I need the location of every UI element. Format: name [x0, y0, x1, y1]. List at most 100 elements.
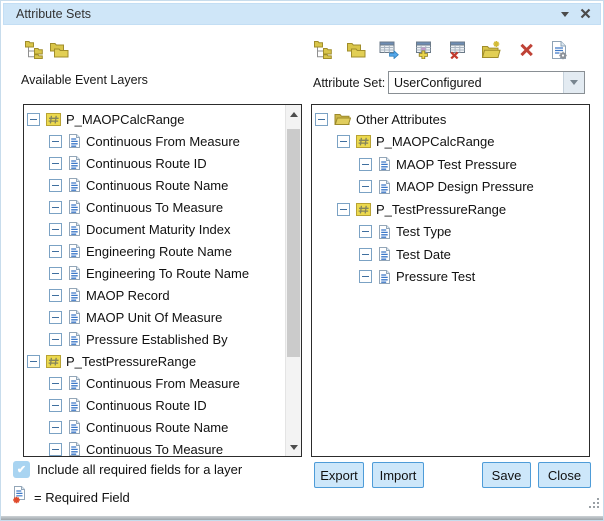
- tree-item[interactable]: Continuous Route Name: [24, 416, 284, 438]
- new-attribute-set-button[interactable]: [479, 40, 503, 64]
- scrollbar-thumb[interactable]: [287, 129, 300, 357]
- tree-item[interactable]: Pressure Established By: [24, 328, 284, 350]
- tree-item[interactable]: Pressure Test: [312, 266, 589, 289]
- tree-item[interactable]: Document Maturity Index: [24, 218, 284, 240]
- collapse-toggle-icon[interactable]: [359, 225, 372, 238]
- scroll-down-button[interactable]: [286, 439, 301, 455]
- window-menu-button[interactable]: [559, 12, 571, 20]
- collapse-toggle-icon[interactable]: [337, 203, 350, 216]
- add-fields-button[interactable]: [411, 40, 435, 64]
- collapse-toggle-icon[interactable]: [27, 113, 40, 126]
- available-layers-panel: P_MAOPCalcRangeContinuous From MeasureCo…: [23, 104, 302, 457]
- close-button[interactable]: [577, 7, 593, 23]
- tree-item[interactable]: Continuous From Measure: [24, 372, 284, 394]
- remove-fields-button[interactable]: [445, 40, 469, 64]
- collapse-toggle-icon[interactable]: [49, 399, 62, 412]
- attribute-set-properties-button[interactable]: [547, 40, 571, 64]
- tree-item[interactable]: P_MAOPCalcRange: [24, 108, 284, 130]
- collapse-toggle-icon[interactable]: [49, 267, 62, 280]
- tree-item[interactable]: Test Type: [312, 221, 589, 244]
- attribute-set-select[interactable]: UserConfigured: [388, 71, 585, 94]
- tree-item-label: Continuous Route Name: [86, 178, 228, 193]
- tree-item-label: P_MAOPCalcRange: [66, 112, 185, 127]
- collapse-toggle-icon[interactable]: [49, 377, 62, 390]
- collapse-attribute-set-button[interactable]: [344, 40, 368, 64]
- collapse-toggle-icon[interactable]: [359, 270, 372, 283]
- tree-item[interactable]: Continuous From Measure: [24, 130, 284, 152]
- field-icon: [68, 331, 81, 347]
- expand-event-layers-button[interactable]: [21, 40, 45, 64]
- tree-item[interactable]: P_MAOPCalcRange: [312, 131, 589, 154]
- collapse-toggle-icon[interactable]: [49, 135, 62, 148]
- event-layer-icon: [46, 354, 61, 369]
- tree-item[interactable]: Continuous Route Name: [24, 174, 284, 196]
- tree-item[interactable]: MAOP Test Pressure: [312, 153, 589, 176]
- collapse-toggle-icon[interactable]: [337, 135, 350, 148]
- include-required-fields-label: Include all required fields for a layer: [37, 462, 242, 477]
- close-button[interactable]: Close: [538, 462, 591, 488]
- tree-item-label: Continuous To Measure: [86, 442, 223, 457]
- attribute-set-value: UserConfigured: [389, 72, 563, 93]
- collapse-all-icon: [346, 41, 366, 64]
- event-layer-icon: [356, 134, 371, 149]
- tree-item[interactable]: P_TestPressureRange: [312, 198, 589, 221]
- export-button[interactable]: Export: [314, 462, 364, 488]
- collapse-toggle-icon[interactable]: [49, 289, 62, 302]
- collapse-toggle-icon[interactable]: [49, 311, 62, 324]
- available-layers-tree: P_MAOPCalcRangeContinuous From MeasureCo…: [24, 105, 284, 456]
- titlebar[interactable]: Attribute Sets: [3, 3, 601, 25]
- dropdown-arrow-button[interactable]: [563, 72, 584, 93]
- collapse-toggle-icon[interactable]: [49, 179, 62, 192]
- tree-item[interactable]: Test Date: [312, 243, 589, 266]
- tree-item[interactable]: Continuous To Measure: [24, 438, 284, 456]
- collapse-toggle-icon[interactable]: [49, 333, 62, 346]
- field-icon: [68, 199, 81, 215]
- event-layer-icon: [356, 202, 371, 217]
- vertical-scrollbar[interactable]: [285, 105, 301, 456]
- tree-item-label: Continuous From Measure: [86, 134, 240, 149]
- collapse-toggle-icon[interactable]: [49, 201, 62, 214]
- collapse-toggle-icon[interactable]: [27, 355, 40, 368]
- save-button[interactable]: Save: [482, 462, 531, 488]
- collapse-toggle-icon[interactable]: [359, 248, 372, 261]
- include-required-fields-checkbox[interactable]: ✔: [13, 461, 30, 478]
- tree-item[interactable]: MAOP Record: [24, 284, 284, 306]
- field-icon: [68, 133, 81, 149]
- tree-item[interactable]: Continuous To Measure: [24, 196, 284, 218]
- delete-attribute-set-button[interactable]: [514, 40, 538, 64]
- chevron-down-icon: [570, 80, 578, 85]
- export-fields-button[interactable]: [377, 40, 401, 64]
- tree-item[interactable]: Other Attributes: [312, 108, 589, 131]
- collapse-toggle-icon[interactable]: [359, 158, 372, 171]
- attribute-set-panel: Other AttributesP_MAOPCalcRangeMAOP Test…: [311, 104, 590, 457]
- scroll-up-button[interactable]: [286, 106, 301, 122]
- tree-item[interactable]: P_TestPressureRange: [24, 350, 284, 372]
- tree-item-label: MAOP Record: [86, 288, 170, 303]
- tree-item[interactable]: Engineering Route Name: [24, 240, 284, 262]
- tree-item-label: Engineering Route Name: [86, 244, 232, 259]
- import-button[interactable]: Import: [372, 462, 424, 488]
- resize-grip[interactable]: [588, 496, 600, 514]
- field-icon: [378, 179, 391, 195]
- collapse-toggle-icon[interactable]: [49, 443, 62, 456]
- tree-item[interactable]: MAOP Design Pressure: [312, 176, 589, 199]
- collapse-toggle-icon[interactable]: [49, 421, 62, 434]
- tree-item-label: MAOP Unit Of Measure: [86, 310, 222, 325]
- table-add-icon: [414, 40, 433, 64]
- triangle-down-icon: [290, 445, 298, 450]
- collapse-toggle-icon[interactable]: [49, 157, 62, 170]
- expand-attribute-set-button[interactable]: [310, 40, 334, 64]
- tree-item[interactable]: MAOP Unit Of Measure: [24, 306, 284, 328]
- collapse-toggle-icon[interactable]: [315, 113, 328, 126]
- tree-item-label: Test Date: [396, 247, 451, 262]
- collapse-toggle-icon[interactable]: [359, 180, 372, 193]
- collapse-event-layers-button[interactable]: [47, 40, 71, 64]
- attribute-sets-dialog: Attribute Sets Available Event Layers At…: [0, 0, 604, 521]
- tree-item-label: Continuous Route Name: [86, 420, 228, 435]
- tree-item[interactable]: Continuous Route ID: [24, 152, 284, 174]
- collapse-toggle-icon[interactable]: [49, 245, 62, 258]
- folder-icon: [334, 112, 351, 126]
- tree-item[interactable]: Engineering To Route Name: [24, 262, 284, 284]
- collapse-toggle-icon[interactable]: [49, 223, 62, 236]
- tree-item[interactable]: Continuous Route ID: [24, 394, 284, 416]
